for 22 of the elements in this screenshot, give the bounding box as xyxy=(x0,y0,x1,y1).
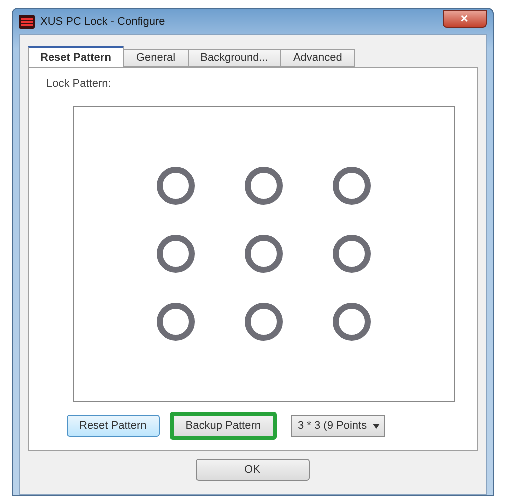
pattern-dot-icon[interactable] xyxy=(156,302,196,342)
pattern-button[interactable]: Reset Pattern xyxy=(66,415,160,437)
points-dropdown[interactable]: 3 * 3 (9 Points xyxy=(290,415,386,437)
tab[interactable]: Advanced xyxy=(280,49,356,67)
ok-button[interactable]: OK xyxy=(196,459,310,481)
window-title: XUS PC Lock - Configure xyxy=(40,16,166,28)
lock-pattern-label: Lock Pattern: xyxy=(46,78,112,90)
tab[interactable]: General xyxy=(123,49,189,67)
pattern-button[interactable]: Backup Pattern xyxy=(170,412,277,440)
caret-icon xyxy=(373,424,380,428)
pattern-dot-icon[interactable] xyxy=(156,234,196,274)
pattern-dot-icon[interactable] xyxy=(244,302,284,342)
pattern-dot-icon[interactable] xyxy=(156,166,196,206)
pattern-dot-icon[interactable] xyxy=(244,234,284,274)
pattern-area[interactable] xyxy=(72,106,454,402)
tab[interactable]: Background... xyxy=(188,49,282,67)
pattern-dot-icon[interactable] xyxy=(332,166,372,206)
pattern-dot-icon[interactable] xyxy=(332,234,372,274)
tab[interactable]: Reset Pattern xyxy=(28,46,124,67)
pattern-dot-icon[interactable] xyxy=(332,302,372,342)
app-icon xyxy=(18,14,34,28)
pattern-dot-icon[interactable] xyxy=(244,166,284,206)
